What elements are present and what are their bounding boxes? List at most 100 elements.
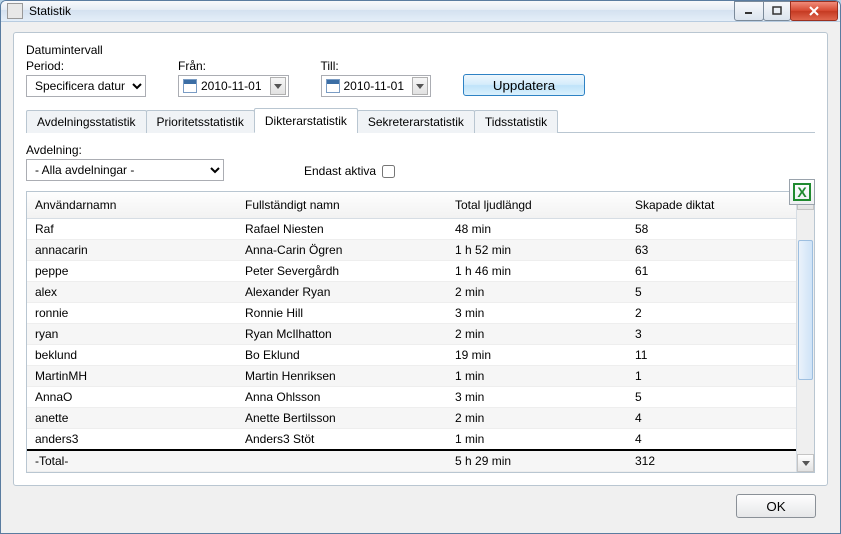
table-row[interactable]: alexAlexander Ryan2 min5 [27,282,796,303]
filters: Period: Specificera datum Från: 2010-11-… [26,59,815,97]
close-button[interactable] [790,1,838,21]
tabs: AvdelningsstatistikPrioritetsstatistikDi… [26,107,815,133]
period-filter: Period: Specificera datum [26,59,146,97]
cell-name: Peter Severgårdh [237,261,447,282]
minimize-button[interactable] [734,1,764,21]
cell-user: peppe [27,261,237,282]
cell-name: Ronnie Hill [237,303,447,324]
table-row[interactable]: anders3Anders3 Stöt1 min4 [27,429,796,451]
cell-count: 63 [627,240,796,261]
table-row[interactable]: MartinMHMartin Henriksen1 min1 [27,366,796,387]
cell-user: anette [27,408,237,429]
cell-count: 5 [627,387,796,408]
period-select[interactable]: Specificera datum [26,75,146,97]
excel-icon: X [793,183,811,201]
data-grid: AnvändarnamnFullständigt namnTotal ljudl… [26,191,815,473]
cell-count: 2 [627,303,796,324]
cell-count: 3 [627,324,796,345]
cell-user: Raf [27,219,237,240]
column-header[interactable]: Total ljudlängd [447,192,627,219]
cell-length: 48 min [447,219,627,240]
cell-name: Anette Bertilsson [237,408,447,429]
cell-count: 5 [627,282,796,303]
cell-user: ryan [27,324,237,345]
table-row[interactable]: ryanRyan McIlhatton2 min3 [27,324,796,345]
subfilters: Avdelning: - Alla avdelningar - Endast a… [26,143,815,181]
cell-length: 1 h 46 min [447,261,627,282]
cell-user: ronnie [27,303,237,324]
window-title: Statistik [29,4,71,18]
cell-name: Ryan McIlhatton [237,324,447,345]
cell-user: beklund [27,345,237,366]
panel: Datumintervall Period: Specificera datum… [13,32,828,486]
from-date-value: 2010-11-01 [201,79,262,93]
scroll-thumb[interactable] [798,240,813,380]
update-col: Uppdatera [463,74,585,97]
calendar-icon [183,79,197,93]
app-icon [7,3,23,19]
ok-button[interactable]: OK [736,494,816,518]
column-header[interactable]: Fullständigt namn [237,192,447,219]
cell-length: 2 min [447,324,627,345]
update-button[interactable]: Uppdatera [463,74,585,96]
cell-length: 1 min [447,429,627,451]
cell-user: annacarin [27,240,237,261]
table-row[interactable]: beklundBo Eklund19 min11 [27,345,796,366]
footer: OK [13,486,828,528]
endast-aktiva-label: Endast aktiva [304,164,376,178]
cell-name: Alexander Ryan [237,282,447,303]
date-range-label: Datumintervall [26,43,815,57]
content: Datumintervall Period: Specificera datum… [1,22,840,534]
tab-sekreterarstatistik[interactable]: Sekreterarstatistik [357,110,475,133]
cell-length: 2 min [447,408,627,429]
from-filter: Från: 2010-11-01 [178,59,289,97]
to-date-input[interactable]: 2010-11-01 [321,75,432,97]
endast-aktiva-checkbox[interactable] [382,165,395,178]
cell-count: 1 [627,366,796,387]
window: Statistik Datumintervall Period: Specifi… [0,0,841,534]
cell-user: -Total- [27,450,237,472]
avdelning-select[interactable]: - Alla avdelningar - [26,159,224,181]
chevron-down-icon[interactable] [270,77,286,95]
scroll-down-button[interactable] [797,454,814,472]
scroll-track[interactable] [797,210,814,454]
table-row[interactable]: ronnieRonnie Hill3 min2 [27,303,796,324]
calendar-icon [326,79,340,93]
table-row[interactable]: peppePeter Severgårdh1 h 46 min61 [27,261,796,282]
tab-tidsstatistik[interactable]: Tidsstatistik [474,110,558,133]
cell-name: Rafael Niesten [237,219,447,240]
cell-length: 5 h 29 min [447,450,627,472]
cell-user: MartinMH [27,366,237,387]
cell-count: 61 [627,261,796,282]
maximize-button[interactable] [763,1,791,21]
tab-dikterarstatistik[interactable]: Dikterarstatistik [254,108,358,133]
chevron-down-icon[interactable] [412,77,428,95]
titlebar: Statistik [1,1,840,22]
column-header[interactable]: Användarnamn [27,192,237,219]
from-date-input[interactable]: 2010-11-01 [178,75,289,97]
to-filter: Till: 2010-11-01 [321,59,432,97]
cell-count: 4 [627,429,796,451]
cell-name [237,450,447,472]
avdelning-label: Avdelning: [26,143,224,157]
period-label: Period: [26,59,146,73]
table: AnvändarnamnFullständigt namnTotal ljudl… [27,192,796,472]
table-row[interactable]: anetteAnette Bertilsson2 min4 [27,408,796,429]
cell-count: 4 [627,408,796,429]
cell-length: 19 min [447,345,627,366]
window-controls [735,1,838,21]
tab-prioritetsstatistik[interactable]: Prioritetsstatistik [146,110,255,133]
cell-length: 1 h 52 min [447,240,627,261]
cell-user: alex [27,282,237,303]
tab-avdelningsstatistik[interactable]: Avdelningsstatistik [26,110,147,133]
table-row[interactable]: RafRafael Niesten48 min58 [27,219,796,240]
cell-count: 312 [627,450,796,472]
table-row[interactable]: AnnaOAnna Ohlsson3 min5 [27,387,796,408]
column-header[interactable]: Skapade diktat [627,192,796,219]
table-row[interactable]: annacarinAnna-Carin Ögren1 h 52 min63 [27,240,796,261]
cell-length: 3 min [447,303,627,324]
export-excel-button[interactable]: X [789,179,815,205]
endast-aktiva-wrap: Endast aktiva [304,164,395,181]
scrollbar[interactable] [796,192,814,472]
cell-name: Anna Ohlsson [237,387,447,408]
